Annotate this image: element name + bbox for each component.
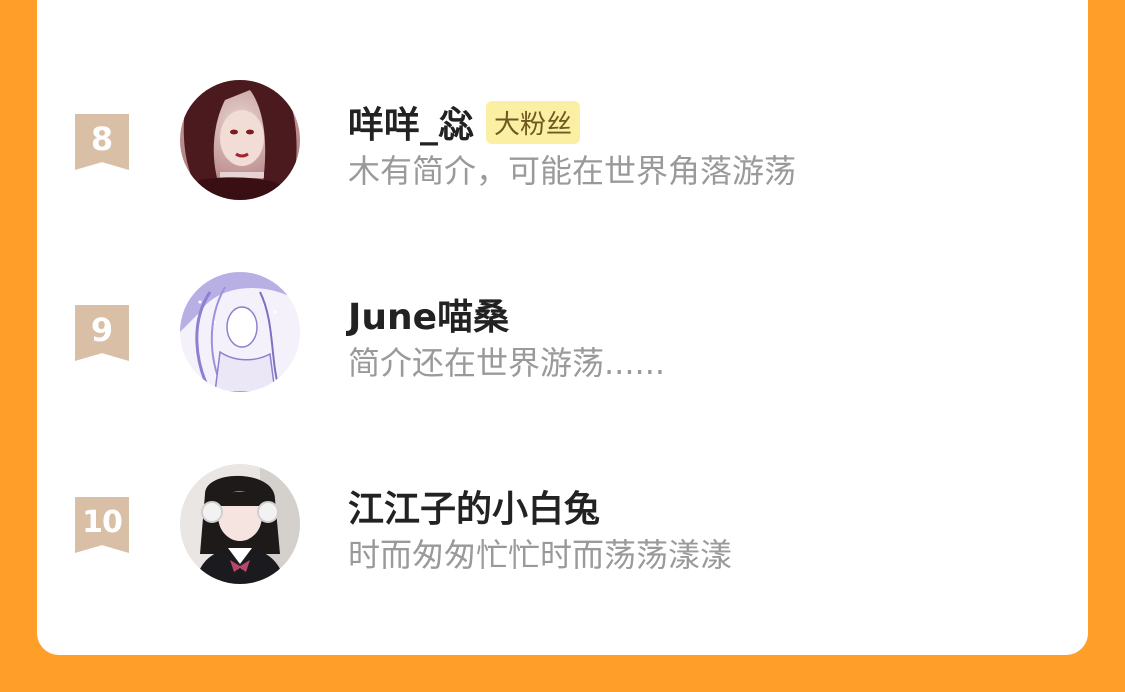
name-line: 咩咩_惢 大粉丝	[348, 96, 581, 148]
avatar-illustration-purple-icon	[180, 272, 300, 392]
user-bio: 木有简介，可能在世界角落游荡	[348, 152, 797, 190]
avatar[interactable]	[180, 464, 300, 584]
user-name[interactable]: 咩咩_惢	[348, 96, 474, 148]
list-item[interactable]: 10 江江子的小白兔 时而匆匆忙忙时而荡荡漾漾	[0, 462, 1125, 586]
fan-level-badge: 大粉丝	[486, 100, 581, 144]
name-line: 江江子的小白兔	[348, 480, 600, 532]
list-item[interactable]: 8 咩咩_惢 大粉丝 木有简介，可能在世界角落游荡	[0, 78, 1125, 202]
name-line: June喵桑	[348, 288, 509, 340]
rank-badge: 8	[75, 114, 129, 170]
user-name[interactable]: June喵桑	[348, 288, 509, 340]
rank-badge: 10	[75, 497, 129, 553]
list-item[interactable]: 9 June喵桑 简介还在世界游荡......	[0, 270, 1125, 394]
avatar[interactable]	[180, 272, 300, 392]
avatar-photo-girl-red-hair-icon	[180, 80, 300, 200]
user-bio: 时而匆匆忙忙时而荡荡漾漾	[348, 536, 733, 574]
user-name[interactable]: 江江子的小白兔	[348, 480, 600, 532]
rank-badge: 9	[75, 305, 129, 361]
avatar-photo-girl-headphones-icon	[180, 464, 300, 584]
avatar[interactable]	[180, 80, 300, 200]
user-bio: 简介还在世界游荡......	[348, 344, 666, 382]
